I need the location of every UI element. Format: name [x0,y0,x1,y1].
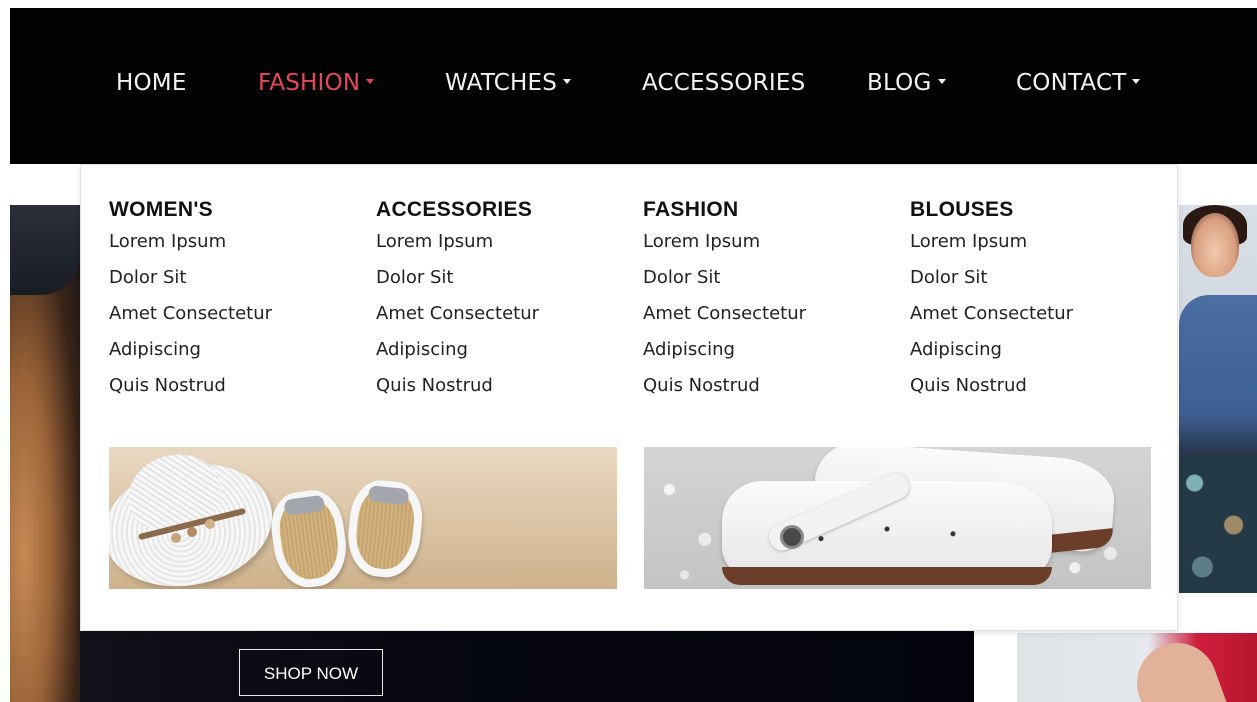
hero-hat-image [10,205,80,295]
shoe-front-sole [722,567,1052,585]
menu-link[interactable]: Quis Nostrud [109,369,359,405]
menu-link[interactable]: Lorem Ipsum [376,225,626,261]
menu-link[interactable]: Amet Consectetur [109,297,359,333]
menu-column-fashion: FASHION Lorem Ipsum Dolor Sit Amet Conse… [643,195,893,405]
nav-item-fashion[interactable]: FASHION [258,68,375,98]
nav-item-label: CONTACT [1016,70,1127,96]
nav-item-label: WATCHES [445,70,558,96]
caret-down-icon [563,79,572,84]
menu-column-title: WOMEN'S [109,198,213,221]
side-banner-image [1017,633,1257,702]
model-face [1191,213,1239,277]
menu-column-accessories: ACCESSORIES Lorem Ipsum Dolor Sit Amet C… [376,195,626,405]
menu-link[interactable]: Amet Consectetur [376,297,626,333]
shell-decoration [187,527,197,537]
model-skirt [1179,455,1257,593]
shell-decoration [171,533,181,543]
white-shoes-image[interactable] [644,447,1151,589]
menu-column-title: FASHION [643,198,739,221]
caret-down-icon [937,79,946,84]
beach-hat-sandals-image[interactable] [109,447,617,589]
menu-link[interactable]: Amet Consectetur [910,297,1160,333]
menu-link[interactable]: Adipiscing [376,333,626,369]
menu-column-title: ACCESSORIES [376,198,533,221]
menu-link[interactable]: Quis Nostrud [376,369,626,405]
caret-down-icon [1132,79,1141,84]
menu-link[interactable]: Adipiscing [910,333,1160,369]
shop-now-button[interactable]: SHOP NOW [239,649,383,696]
sandal-left [266,486,352,589]
menu-link[interactable]: Adipiscing [643,333,893,369]
menu-link[interactable]: Dolor Sit [910,261,1160,297]
nav-item-home[interactable]: HOME [116,68,187,98]
nav-item-label: FASHION [258,70,361,96]
nav-item-contact[interactable]: CONTACT [1016,68,1141,98]
menu-link[interactable]: Quis Nostrud [643,369,893,405]
side-model-image [1179,205,1257,593]
menu-link[interactable]: Quis Nostrud [910,369,1160,405]
nav-item-label: ACCESSORIES [642,70,806,96]
menu-link[interactable]: Dolor Sit [643,261,893,297]
shell-decoration [205,519,215,529]
caret-down-icon [366,79,375,84]
menu-link[interactable]: Lorem Ipsum [109,225,359,261]
nav-item-watches[interactable]: WATCHES [445,68,572,98]
menu-link[interactable]: Dolor Sit [376,261,626,297]
fashion-mega-menu: WOMEN'S Lorem Ipsum Dolor Sit Amet Conse… [80,164,1178,631]
main-navbar: HOME FASHION WATCHES ACCESSORIES BLOG CO… [10,8,1257,164]
menu-link[interactable]: Dolor Sit [109,261,359,297]
menu-column-title: BLOUSES [910,198,1014,221]
nav-item-label: HOME [116,70,187,96]
page-top-edge [0,0,1257,8]
menu-link[interactable]: Adipiscing [109,333,359,369]
menu-column-blouses: BLOUSES Lorem Ipsum Dolor Sit Amet Conse… [910,195,1160,405]
nav-item-label: BLOG [867,70,932,96]
menu-link[interactable]: Lorem Ipsum [910,225,1160,261]
nav-item-blog[interactable]: BLOG [867,68,946,98]
nav-item-accessories[interactable]: ACCESSORIES [642,68,805,98]
menu-link[interactable]: Amet Consectetur [643,297,893,333]
menu-column-womens: WOMEN'S Lorem Ipsum Dolor Sit Amet Conse… [109,195,359,405]
menu-link[interactable]: Lorem Ipsum [643,225,893,261]
shoe-button [780,525,804,549]
model-leg [1125,633,1229,702]
sandal-right [344,477,426,581]
page-left-edge [0,0,10,702]
